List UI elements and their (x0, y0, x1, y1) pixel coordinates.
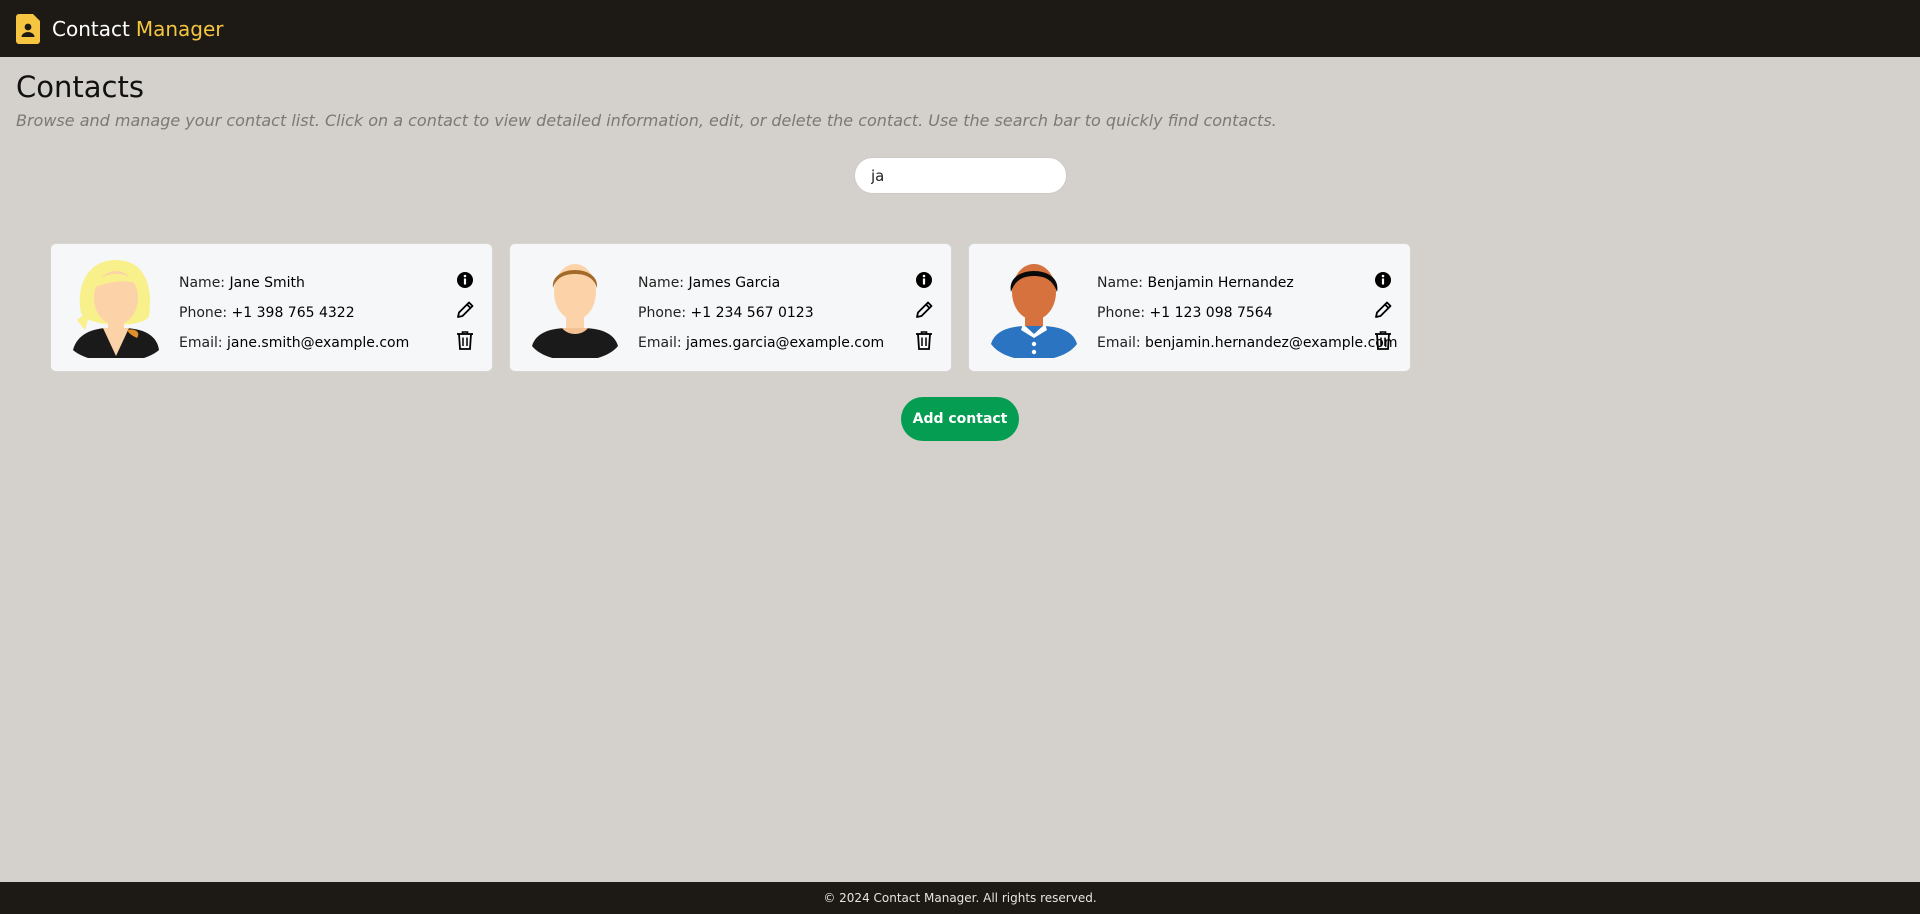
contact-phone: +1 123 098 7564 (1149, 305, 1273, 321)
contact-name: Benjamin Hernandez (1147, 275, 1294, 291)
footer: © 2024 Contact Manager. All rights reser… (0, 882, 1920, 914)
contact-card[interactable]: Name: James Garcia Phone: +1 234 567 012… (509, 243, 952, 372)
search-input[interactable] (854, 157, 1067, 194)
email-label: Email: (1097, 335, 1141, 351)
phone-label: Phone: (638, 305, 687, 321)
contact-email: benjamin.hernandez@example.com (1145, 335, 1398, 351)
edit-pencil-icon[interactable] (454, 299, 476, 321)
blonde-woman-avatar (73, 260, 159, 358)
contact-phone: +1 398 765 4322 (231, 305, 355, 321)
name-label: Name: (1097, 275, 1144, 291)
card-actions (913, 269, 935, 351)
phone-row: Phone: +1 234 567 0123 (638, 298, 884, 328)
edit-pencil-icon[interactable] (1372, 299, 1394, 321)
app-brand[interactable]: Contact Manager (52, 17, 223, 41)
contact-name: James Garcia (688, 275, 781, 291)
contact-fields: Name: Jane Smith Phone: +1 398 765 4322 … (179, 268, 409, 358)
page-description: Browse and manage your contact list. Cli… (16, 111, 1277, 130)
page-title: Contacts (16, 70, 144, 104)
brand-primary: Contact (52, 16, 130, 41)
email-row: Email: jane.smith@example.com (179, 328, 409, 358)
phone-label: Phone: (1097, 305, 1146, 321)
contact-card[interactable]: Name: Jane Smith Phone: +1 398 765 4322 … (50, 243, 493, 372)
card-actions (454, 269, 476, 351)
contact-email: jane.smith@example.com (227, 335, 410, 351)
email-row: Email: james.garcia@example.com (638, 328, 884, 358)
contact-email: james.garcia@example.com (686, 335, 885, 351)
contact-name: Jane Smith (229, 275, 305, 291)
trash-icon[interactable] (1372, 329, 1394, 351)
add-contact-button[interactable]: Add contact (901, 397, 1019, 441)
top-bar: Contact Manager (0, 0, 1920, 57)
trash-icon[interactable] (913, 329, 935, 351)
brown-haired-man-avatar (532, 264, 618, 358)
trash-icon[interactable] (454, 329, 476, 351)
email-label: Email: (638, 335, 682, 351)
brand-accent: Manager (135, 16, 224, 41)
email-row: Email: benjamin.hernandez@example.com (1097, 328, 1398, 358)
info-icon[interactable] (913, 269, 935, 291)
edit-pencil-icon[interactable] (913, 299, 935, 321)
phone-row: Phone: +1 398 765 4322 (179, 298, 409, 328)
contact-fields: Name: Benjamin Hernandez Phone: +1 123 0… (1097, 268, 1398, 358)
footer-copyright: © 2024 Contact Manager. All rights reser… (823, 891, 1097, 905)
contact-book-icon (16, 13, 40, 44)
email-label: Email: (179, 335, 223, 351)
name-row: Name: Jane Smith (179, 268, 409, 298)
card-actions (1372, 269, 1394, 351)
phone-label: Phone: (179, 305, 228, 321)
name-label: Name: (179, 275, 226, 291)
dark-haired-man-avatar (991, 264, 1077, 358)
info-icon[interactable] (454, 269, 476, 291)
name-row: Name: Benjamin Hernandez (1097, 268, 1398, 298)
name-label: Name: (638, 275, 685, 291)
info-icon[interactable] (1372, 269, 1394, 291)
contact-fields: Name: James Garcia Phone: +1 234 567 012… (638, 268, 884, 358)
name-row: Name: James Garcia (638, 268, 884, 298)
contact-card[interactable]: Name: Benjamin Hernandez Phone: +1 123 0… (968, 243, 1411, 372)
phone-row: Phone: +1 123 098 7564 (1097, 298, 1398, 328)
contact-phone: +1 234 567 0123 (690, 305, 814, 321)
